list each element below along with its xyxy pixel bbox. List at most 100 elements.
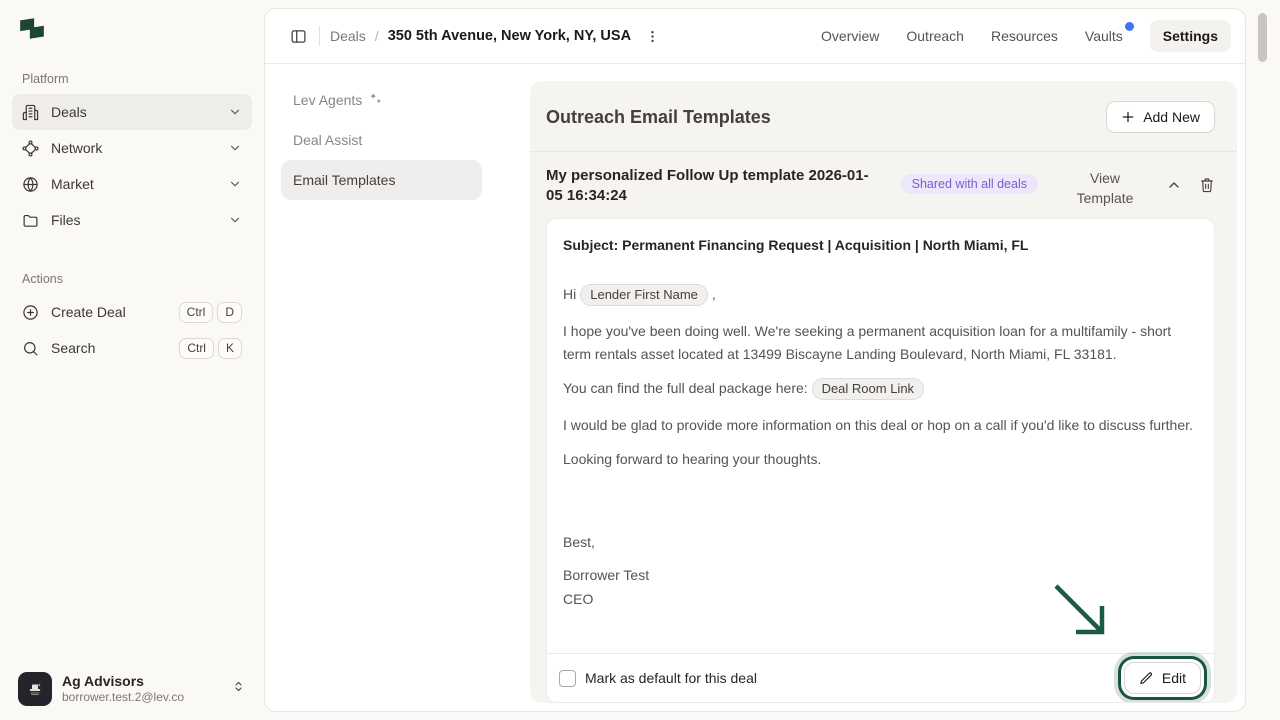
template-card-footer: Mark as default for this deal Edit xyxy=(547,653,1214,702)
shared-badge: Shared with all deals xyxy=(901,174,1038,194)
sidebar-item-files[interactable]: Files xyxy=(12,202,252,238)
mark-default-label: Mark as default for this deal xyxy=(585,670,757,686)
edit-template-button[interactable]: Edit xyxy=(1124,662,1201,694)
kbd-ctrl: Ctrl xyxy=(179,338,214,359)
panel-header: Outreach Email Templates Add New xyxy=(530,81,1237,152)
email-preview: Subject: Permanent Financing Request | A… xyxy=(547,219,1214,653)
create-deal-button[interactable]: Create Deal Ctrl D xyxy=(12,294,252,330)
template-actions xyxy=(1166,177,1215,198)
platform-section-label: Platform xyxy=(22,72,252,86)
email-paragraph: I hope you've been doing well. We're see… xyxy=(563,320,1198,366)
notification-dot xyxy=(1125,22,1134,31)
actions-section-label: Actions xyxy=(22,272,252,286)
header-divider xyxy=(319,26,320,46)
template-title: My personalized Follow Up template 2026-… xyxy=(546,166,876,206)
plus-icon xyxy=(1121,110,1135,124)
merge-tag-lender-first-name: Lender First Name xyxy=(580,284,708,306)
breadcrumb-deal-address: 350 5th Avenue, New York, NY, USA xyxy=(388,28,631,44)
deal-tabs: Overview Outreach Resources Vaults Setti… xyxy=(821,20,1231,52)
deal-menu-button[interactable] xyxy=(639,23,665,49)
email-package-line: You can find the full deal package here:… xyxy=(563,377,1198,400)
sidebar-item-deals[interactable]: Deals xyxy=(12,94,252,130)
primary-sidebar: Platform Deals Network Market xyxy=(0,0,264,720)
sidebar-item-label: Deals xyxy=(51,104,87,120)
create-deal-label: Create Deal xyxy=(51,304,126,320)
edit-label: Edit xyxy=(1162,670,1186,686)
globe-icon xyxy=(22,176,39,193)
search-button[interactable]: Search Ctrl K xyxy=(12,330,252,366)
chevron-down-icon xyxy=(228,213,242,227)
kbd-k: K xyxy=(218,338,242,359)
sidebar-item-network[interactable]: Network xyxy=(12,130,252,166)
settings-subnav: Lev Agents Deal Assist Email Templates xyxy=(265,64,530,711)
subnav-item-label: Lev Agents xyxy=(293,92,362,108)
kebab-menu-icon xyxy=(645,29,660,44)
email-signature-name: Borrower Test xyxy=(563,564,1198,587)
sidebar-item-label: Files xyxy=(51,212,81,228)
page-title: Outreach Email Templates xyxy=(546,107,771,128)
breadcrumb-separator: / xyxy=(375,28,379,44)
email-paragraph: I would be glad to provide more informat… xyxy=(563,414,1198,437)
sparkles-icon xyxy=(369,92,383,109)
tab-settings[interactable]: Settings xyxy=(1150,20,1231,52)
account-switcher[interactable]: Ag Advisors borrower.test.2@lev.co xyxy=(12,672,252,706)
network-nodes-icon xyxy=(22,140,39,157)
lev-logo-icon xyxy=(18,16,46,42)
scrollbar-thumb[interactable] xyxy=(1258,13,1267,62)
tab-overview[interactable]: Overview xyxy=(821,28,879,44)
account-name: Ag Advisors xyxy=(62,673,221,690)
sidebar-toggle-button[interactable] xyxy=(285,23,311,49)
email-templates-panel: Outreach Email Templates Add New My pers… xyxy=(530,81,1237,703)
account-email: borrower.test.2@lev.co xyxy=(62,690,221,705)
tab-vaults[interactable]: Vaults xyxy=(1085,28,1123,44)
chevron-down-icon xyxy=(228,105,242,119)
template-header: My personalized Follow Up template 2026-… xyxy=(530,152,1237,218)
collapse-button[interactable] xyxy=(1166,177,1182,198)
search-label: Search xyxy=(51,340,95,356)
mark-default-control[interactable]: Mark as default for this deal xyxy=(559,670,757,687)
add-new-label: Add New xyxy=(1143,109,1200,125)
search-shortcut: Ctrl K xyxy=(179,338,242,359)
search-icon xyxy=(22,340,39,357)
email-subject: Subject: Permanent Financing Request | A… xyxy=(563,235,1198,255)
email-template-card: Subject: Permanent Financing Request | A… xyxy=(546,218,1215,703)
sidebar-item-market[interactable]: Market xyxy=(12,166,252,202)
chevrons-up-down-icon xyxy=(231,679,246,699)
plus-circle-icon xyxy=(22,304,39,321)
chevron-down-icon xyxy=(228,141,242,155)
sidebar-item-label: Network xyxy=(51,140,102,156)
edit-button-highlight: Edit xyxy=(1121,659,1204,697)
folder-icon xyxy=(22,212,39,229)
view-template-link[interactable]: View Template xyxy=(1068,168,1142,208)
kbd-d: D xyxy=(217,302,242,323)
app-root: Platform Deals Network Market xyxy=(0,0,1280,720)
subnav-item-lev-agents[interactable]: Lev Agents xyxy=(281,80,482,120)
email-closing: Best, xyxy=(563,531,1198,554)
merge-tag-deal-room-link: Deal Room Link xyxy=(812,378,925,400)
tab-resources[interactable]: Resources xyxy=(991,28,1058,44)
chevron-up-icon xyxy=(1166,177,1182,193)
subnav-item-label: Email Templates xyxy=(293,172,395,188)
panel-left-icon xyxy=(290,28,307,45)
kbd-ctrl: Ctrl xyxy=(179,302,214,323)
create-deal-shortcut: Ctrl D xyxy=(179,302,242,323)
mark-default-checkbox[interactable] xyxy=(559,670,576,687)
email-signature-title: CEO xyxy=(563,588,1198,611)
window-body: Lev Agents Deal Assist Email Templates O… xyxy=(265,64,1245,711)
email-greeting: Hi Lender First Name , xyxy=(563,283,1198,306)
pencil-icon xyxy=(1139,671,1154,686)
sidebar-item-label: Market xyxy=(51,176,94,192)
delete-template-button[interactable] xyxy=(1199,177,1215,198)
trash-icon xyxy=(1199,177,1215,193)
chevron-down-icon xyxy=(228,177,242,191)
subnav-item-deal-assist[interactable]: Deal Assist xyxy=(281,120,482,160)
add-new-button[interactable]: Add New xyxy=(1106,101,1215,133)
subnav-item-label: Deal Assist xyxy=(293,132,362,148)
tab-outreach[interactable]: Outreach xyxy=(906,28,964,44)
breadcrumb-deals[interactable]: Deals xyxy=(330,28,366,44)
building-icon xyxy=(22,104,39,121)
account-info: Ag Advisors borrower.test.2@lev.co xyxy=(62,673,221,705)
subnav-item-email-templates[interactable]: Email Templates xyxy=(281,160,482,200)
main-window: Deals / 350 5th Avenue, New York, NY, US… xyxy=(264,8,1246,712)
avatar xyxy=(18,672,52,706)
